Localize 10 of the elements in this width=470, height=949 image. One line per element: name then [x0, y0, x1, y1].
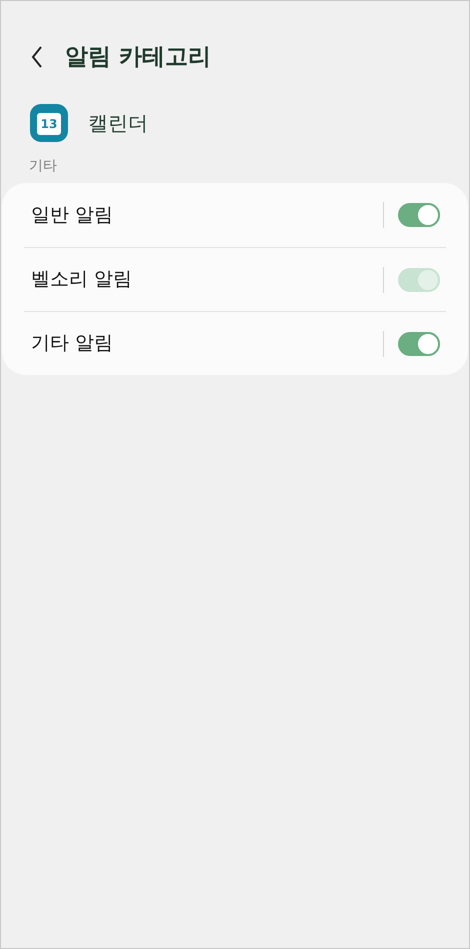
setting-label: 일반 알림	[30, 202, 114, 228]
section-label: 기타	[29, 157, 58, 176]
page-title: 알림 카테고리	[65, 42, 212, 72]
icon-date: 13	[40, 118, 58, 130]
toggle-switch[interactable]	[398, 203, 440, 227]
toggle-switch[interactable]	[398, 332, 440, 356]
setting-label: 기타 알림	[30, 331, 114, 356]
setting-label: 벨소리 알림	[30, 267, 134, 292]
app-name: 캘린더	[88, 110, 148, 137]
back-icon	[31, 46, 43, 68]
